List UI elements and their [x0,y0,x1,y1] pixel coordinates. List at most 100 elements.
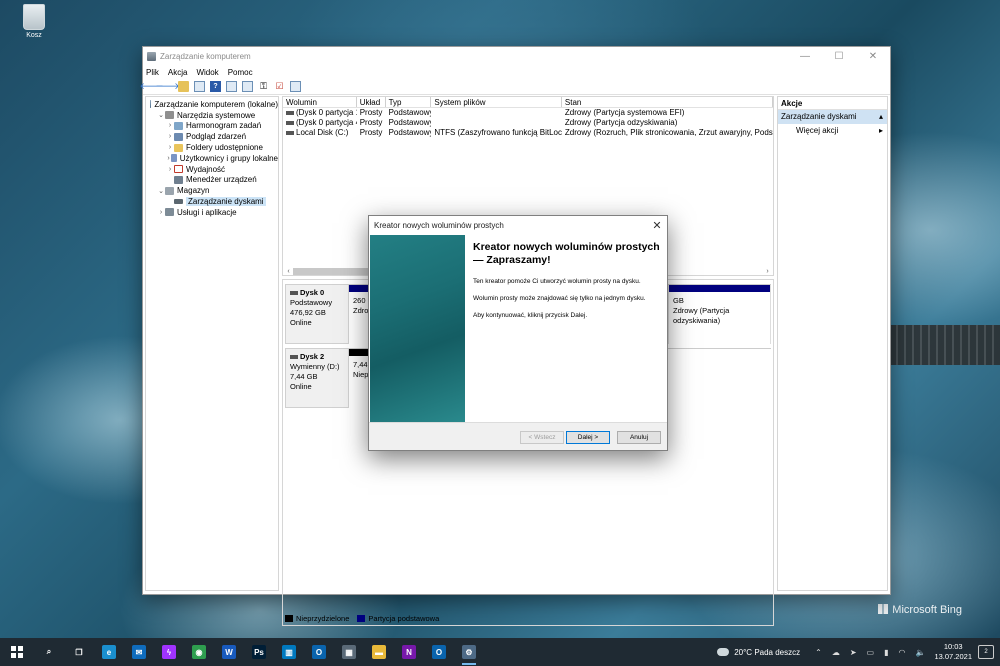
more-actions[interactable]: Więcej akcji ▸ [778,124,887,138]
column-status[interactable]: Stan [562,97,774,107]
disk-info[interactable]: Dysk 0 Podstawowy 476,92 GB Online [285,284,349,344]
close-button[interactable]: ✕ [856,47,890,65]
wizard-close-icon[interactable]: ✕ [647,219,667,232]
chevron-right-icon: ▸ [878,126,883,135]
tree-item[interactable]: › Harmonogram zadań [146,121,278,132]
tree-item[interactable]: Zarządzanie dyskami [146,196,278,207]
menu-help[interactable]: Pomoc [228,68,253,77]
watermark-text: Microsoft Bing [892,604,962,616]
tree-expander-icon[interactable]: › [166,122,174,129]
tree-expander-icon[interactable]: › [166,133,174,140]
background-bridge [890,325,1000,365]
scroll-right-icon[interactable]: › [763,268,772,275]
tree-item[interactable]: › Wydajność [146,164,278,175]
disk-info[interactable]: Dysk 2 Wymienny (D:) 7,44 GB Online [285,348,349,408]
tree-expander-icon[interactable]: ⌄ [157,111,165,119]
minimize-button[interactable]: — [788,47,822,65]
tree-expander-icon[interactable]: › [166,144,174,151]
tree-item[interactable]: › Podgląd zdarzeń [146,131,278,142]
help-icon[interactable]: ? [210,81,221,92]
clock-date: 13.07.2021 [934,652,972,661]
wifi-icon[interactable]: ◠ [899,648,906,657]
scroll-left-icon[interactable]: ‹ [284,268,293,275]
chrome-taskbar-button[interactable]: ◉ [184,638,214,666]
title-bar[interactable]: Zarządzanie komputerem — ☐ ✕ [143,47,890,65]
key-icon[interactable]: ⚿ [258,81,269,92]
onenote-taskbar-button[interactable]: N [394,638,424,666]
column-layout[interactable]: Układ [357,97,386,107]
tree-item[interactable]: › Usługi i aplikacje [146,207,278,218]
menu-view[interactable]: Widok [196,68,218,77]
back-button[interactable]: < Wstecz [520,431,564,444]
outlook-taskbar-button[interactable]: O [304,638,334,666]
trello-taskbar-button[interactable]: ▥ [274,638,304,666]
chrome-icon: ◉ [192,645,206,659]
telegram-icon[interactable]: ➤ [850,648,857,657]
clock[interactable]: 10:03 13.07.2021 [934,642,972,662]
tree-item-label: Podgląd zdarzeń [186,132,247,142]
recycle-bin[interactable]: Kosz [14,4,54,39]
collapse-up-icon[interactable]: ▴ [879,110,883,124]
partition-block[interactable]: GB Zdrowy (Partycja odzyskiwania) [669,285,771,344]
computer-management-taskbar-button[interactable]: ⚙ [454,638,484,666]
mail-taskbar-button[interactable]: ✉ [124,638,154,666]
tree-item[interactable]: Zarządzanie komputerem (lokalne) [146,99,278,110]
actions-header: Akcje [778,97,887,110]
tree-expander-icon[interactable]: ⌄ [157,187,165,195]
explorer-taskbar-button[interactable]: ▬ [364,638,394,666]
weather-text: Pada deszcz [754,647,801,657]
next-button[interactable]: Dalej > [566,431,610,444]
messenger-taskbar-button[interactable]: ϟ [154,638,184,666]
wizard-title-bar[interactable]: Kreator nowych woluminów prostych ✕ [369,216,667,234]
tree-item[interactable]: Menedżer urządzeń [146,175,278,186]
tree-item[interactable]: › Foldery udostępnione [146,142,278,153]
battery-icon[interactable]: ▮ [884,648,888,657]
forward-arrow-icon[interactable]: 🡒 [155,81,179,92]
search-taskbar-button[interactable]: ⌕ [34,638,64,666]
volume-icon[interactable]: 🔈 [915,648,925,657]
tree-item-label: Magazyn [177,186,210,196]
tree-expander-icon[interactable]: › [166,166,174,173]
disk-size: 7,44 GB [290,372,318,381]
column-type[interactable]: Typ [386,97,432,107]
table-row[interactable]: (Dysk 0 partycja 1) Prosty Podstawowy Zdrow… [283,108,773,118]
view-icon[interactable] [242,81,253,92]
menu-file[interactable]: Plik [146,68,159,77]
cell-type: Podstawowy [388,128,432,137]
edge-taskbar-button[interactable]: e [94,638,124,666]
show-hide-tree-icon[interactable] [194,81,205,92]
up-folder-icon[interactable] [178,81,189,92]
column-file-system[interactable]: System plików [431,97,562,107]
table-row[interactable]: (Dysk 0 partycja 4) Prosty Podstawowy Zdrow… [283,118,773,128]
disk-name: Dysk 0 [300,288,325,297]
tree-expander-icon[interactable]: › [157,209,165,216]
display-icon[interactable]: ▭ [867,648,875,657]
outlook2-taskbar-button[interactable]: O [424,638,454,666]
cloud-icon[interactable]: ☁ [832,648,840,657]
photoshop-taskbar-button[interactable]: Ps [244,638,274,666]
table-row[interactable]: Local Disk (C:) Prosty Podstawowy NTFS (Zas… [283,128,773,138]
tree-item[interactable]: ⌄ Narzędzia systemowe [146,110,278,121]
tree-item[interactable]: › Użytkownicy i grupy lokalne [146,153,278,164]
actions-section-disk-management[interactable]: Zarządzanie dyskami ▴ [778,110,887,124]
column-volume[interactable]: Wolumin [283,97,357,107]
maximize-button[interactable]: ☐ [822,47,856,65]
tree-item[interactable]: ⌄ Magazyn [146,185,278,196]
cancel-button[interactable]: Anuluj [617,431,661,444]
notification-center-icon[interactable]: 2 [978,645,994,659]
more-actions-label: Więcej akcji [796,126,839,135]
start-button[interactable] [0,638,34,666]
chevron-up-icon[interactable]: ⌃ [815,648,822,657]
computer-management-icon [147,51,156,61]
weather-widget[interactable]: 20°C Pada deszcz [717,648,800,657]
checklist-icon[interactable]: ☑ [274,81,285,92]
properties-icon[interactable] [226,81,237,92]
task-view-taskbar-button[interactable]: ❐ [64,638,94,666]
panel-icon[interactable] [290,81,301,92]
calculator-taskbar-button[interactable]: ▦ [334,638,364,666]
menu-action[interactable]: Akcja [168,68,188,77]
tree-item-label: Foldery udostępnione [186,143,263,153]
volume-icon [286,111,294,115]
word-taskbar-button[interactable]: W [214,638,244,666]
cloud-rain-icon [717,648,730,656]
